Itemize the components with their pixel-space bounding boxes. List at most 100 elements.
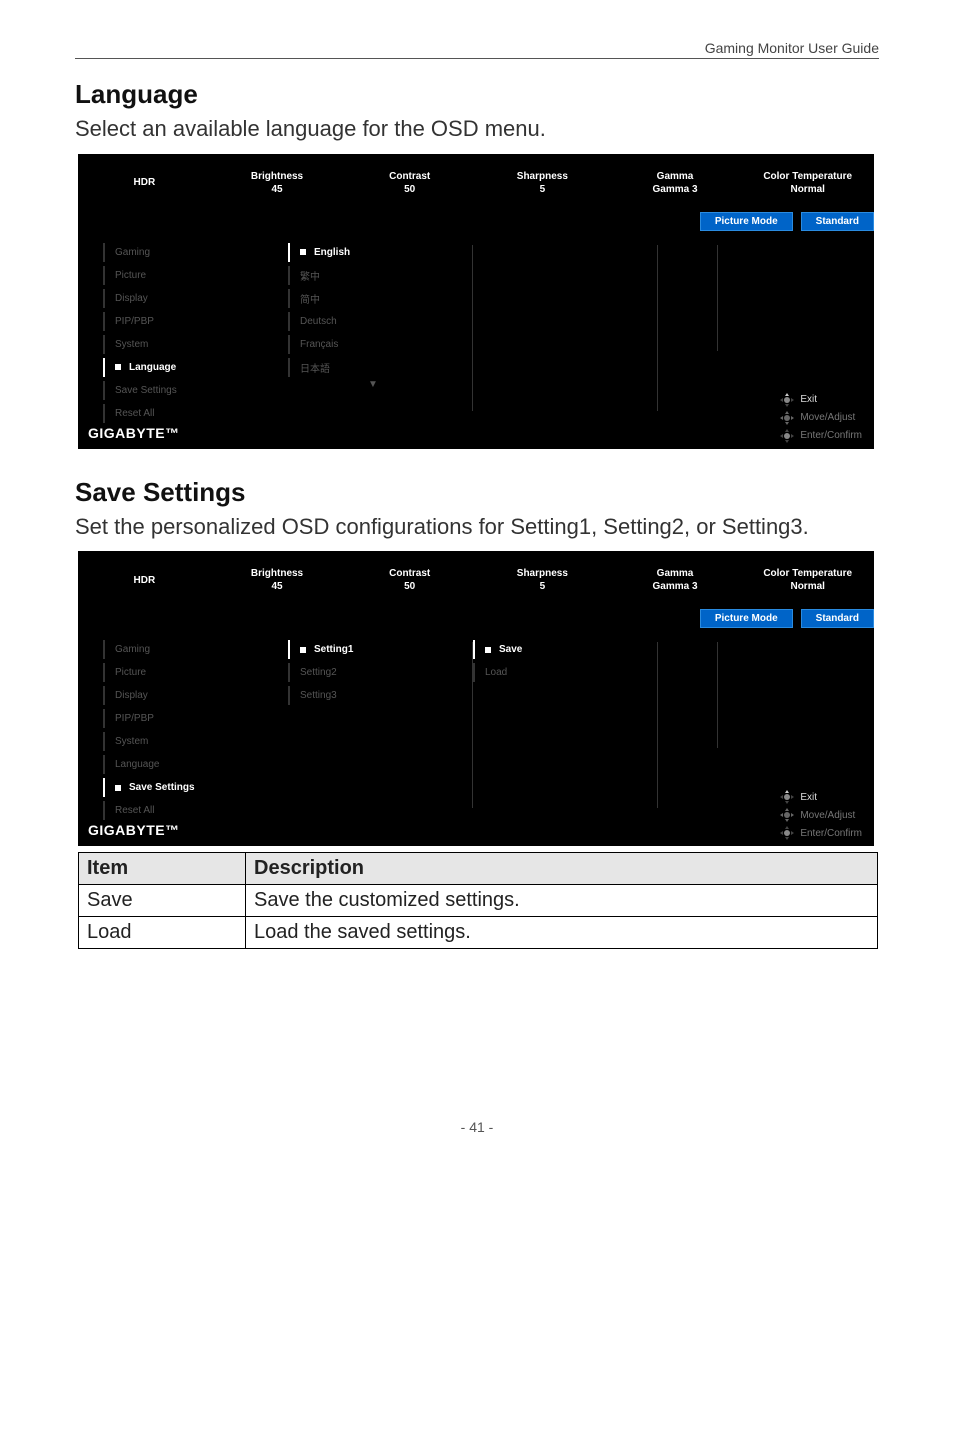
table-row: Save Save the customized settings. bbox=[79, 885, 878, 917]
osd-left-column: Gaming Picture Display PIP/PBP System La… bbox=[103, 241, 288, 441]
setting2[interactable]: Setting2 bbox=[288, 661, 473, 684]
menu-reset-all-2[interactable]: Reset All bbox=[103, 799, 288, 822]
menu-save-settings-2[interactable]: Save Settings bbox=[103, 776, 288, 799]
section-save-desc: Set the personalized OSD configurations … bbox=[75, 512, 879, 542]
lang-trad-chinese[interactable]: 繁中 bbox=[288, 264, 473, 287]
picture-mode-label-2: Picture Mode bbox=[700, 609, 793, 628]
hdr-label: HDR bbox=[78, 177, 211, 188]
action-load[interactable]: Load bbox=[473, 661, 658, 684]
action-save[interactable]: Save bbox=[473, 638, 658, 661]
osd-top-colortemp-2: Color TemperatureNormal bbox=[741, 568, 874, 592]
osd-panel-language: HDR Brightness 45 Contrast 50 Sharpness … bbox=[78, 154, 874, 449]
picture-mode-value-2: Standard bbox=[801, 609, 874, 628]
osd-top-colortemp: Color Temperature Normal bbox=[741, 171, 874, 195]
osd-right-column bbox=[473, 241, 658, 441]
menu-display[interactable]: Display bbox=[103, 287, 288, 310]
joystick-all-icon bbox=[780, 808, 794, 822]
menu-system-2[interactable]: System bbox=[103, 730, 288, 753]
osd-left-column-2: Gaming Picture Display PIP/PBP System La… bbox=[103, 638, 288, 838]
lang-japanese[interactable]: 日本語 bbox=[288, 356, 473, 379]
osd-top-hdr-2: HDR bbox=[78, 575, 211, 586]
osd-top-hdr: HDR bbox=[78, 177, 211, 188]
contrast-label: Contrast bbox=[343, 171, 476, 182]
table-header-description: Description bbox=[246, 853, 878, 885]
contrast-value: 50 bbox=[343, 184, 476, 195]
menu-system[interactable]: System bbox=[103, 333, 288, 356]
page-number: - 41 - bbox=[75, 1119, 879, 1135]
colortemp-label: Color Temperature bbox=[741, 171, 874, 182]
menu-display-2[interactable]: Display bbox=[103, 684, 288, 707]
table-header-item: Item bbox=[79, 853, 246, 885]
menu-save-settings[interactable]: Save Settings bbox=[103, 379, 288, 402]
osd-far-right bbox=[658, 241, 718, 441]
lang-francais[interactable]: Français bbox=[288, 333, 473, 356]
picture-mode-label: Picture Mode bbox=[700, 212, 793, 231]
osd-hints-2: Exit Move/Adjust Enter/Confirm bbox=[780, 790, 862, 840]
osd-right-column-2: Save Load bbox=[473, 638, 658, 838]
hint-move-2: Move/Adjust bbox=[780, 808, 862, 822]
menu-picture-2[interactable]: Picture bbox=[103, 661, 288, 684]
menu-gaming[interactable]: Gaming bbox=[103, 241, 288, 264]
joystick-up-icon bbox=[780, 790, 794, 804]
section-save-title: Save Settings bbox=[75, 477, 879, 508]
setting1[interactable]: Setting1 bbox=[288, 638, 473, 661]
hint-enter-2: Enter/Confirm bbox=[780, 826, 862, 840]
osd-mid-column: English 繁中 简中 Deutsch Français 日本語 ▼ bbox=[288, 241, 473, 441]
picture-mode-value: Standard bbox=[801, 212, 874, 231]
menu-pip-pbp[interactable]: PIP/PBP bbox=[103, 310, 288, 333]
brightness-label: Brightness bbox=[211, 171, 344, 182]
gamma-value: Gamma 3 bbox=[609, 184, 742, 195]
osd-top-row-2: HDR Brightness45 Contrast50 Sharpness5 G… bbox=[78, 551, 874, 609]
section-language-title: Language bbox=[75, 79, 879, 110]
menu-reset-all[interactable]: Reset All bbox=[103, 402, 288, 425]
joystick-center-icon bbox=[780, 429, 794, 443]
osd-top-sharpness-2: Sharpness5 bbox=[476, 568, 609, 592]
osd-top-row: HDR Brightness 45 Contrast 50 Sharpness … bbox=[78, 154, 874, 212]
osd-top-gamma: Gamma Gamma 3 bbox=[609, 171, 742, 195]
sharpness-label: Sharpness bbox=[476, 171, 609, 182]
hint-exit: Exit bbox=[780, 393, 862, 407]
sharpness-value: 5 bbox=[476, 184, 609, 195]
osd-mid-column-2: Setting1 Setting2 Setting3 bbox=[288, 638, 473, 838]
description-table: Item Description Save Save the customize… bbox=[78, 852, 878, 949]
osd-panel-save: HDR Brightness45 Contrast50 Sharpness5 G… bbox=[78, 551, 874, 846]
hint-move: Move/Adjust bbox=[780, 411, 862, 425]
menu-language-2[interactable]: Language bbox=[103, 753, 288, 776]
osd-far-right-2 bbox=[658, 638, 718, 838]
joystick-up-icon bbox=[780, 393, 794, 407]
osd-hints: Exit Move/Adjust Enter/Confirm bbox=[780, 393, 862, 443]
osd-top-brightness-2: Brightness45 bbox=[211, 568, 344, 592]
osd-picture-mode-bar: Picture Mode Standard bbox=[78, 212, 874, 231]
lang-simp-chinese[interactable]: 简中 bbox=[288, 287, 473, 310]
osd-top-brightness: Brightness 45 bbox=[211, 171, 344, 195]
lang-english[interactable]: English bbox=[288, 241, 473, 264]
setting3[interactable]: Setting3 bbox=[288, 684, 473, 707]
osd-top-gamma-2: GammaGamma 3 bbox=[609, 568, 742, 592]
menu-gaming-2[interactable]: Gaming bbox=[103, 638, 288, 661]
osd-picture-mode-bar-2: Picture Mode Standard bbox=[78, 609, 874, 628]
section-language-desc: Select an available language for the OSD… bbox=[75, 114, 879, 144]
colortemp-value: Normal bbox=[741, 184, 874, 195]
table-row: Load Load the saved settings. bbox=[79, 917, 878, 949]
joystick-center-icon bbox=[780, 826, 794, 840]
hint-enter: Enter/Confirm bbox=[780, 429, 862, 443]
menu-pip-pbp-2[interactable]: PIP/PBP bbox=[103, 707, 288, 730]
brightness-value: 45 bbox=[211, 184, 344, 195]
scroll-down-icon[interactable]: ▼ bbox=[288, 379, 473, 397]
lang-deutsch[interactable]: Deutsch bbox=[288, 310, 473, 333]
header-guide-title: Gaming Monitor User Guide bbox=[705, 40, 879, 56]
table-cell-item: Save bbox=[79, 885, 246, 917]
osd-top-contrast-2: Contrast50 bbox=[343, 568, 476, 592]
menu-picture[interactable]: Picture bbox=[103, 264, 288, 287]
menu-language[interactable]: Language bbox=[103, 356, 288, 379]
brand-logo-2: GIGABYTE™ bbox=[88, 822, 180, 838]
table-cell-item: Load bbox=[79, 917, 246, 949]
table-cell-desc: Load the saved settings. bbox=[246, 917, 878, 949]
table-cell-desc: Save the customized settings. bbox=[246, 885, 878, 917]
brand-logo: GIGABYTE™ bbox=[88, 425, 180, 441]
osd-top-contrast: Contrast 50 bbox=[343, 171, 476, 195]
osd-top-sharpness: Sharpness 5 bbox=[476, 171, 609, 195]
hint-exit-2: Exit bbox=[780, 790, 862, 804]
joystick-all-icon bbox=[780, 411, 794, 425]
gamma-label: Gamma bbox=[609, 171, 742, 182]
